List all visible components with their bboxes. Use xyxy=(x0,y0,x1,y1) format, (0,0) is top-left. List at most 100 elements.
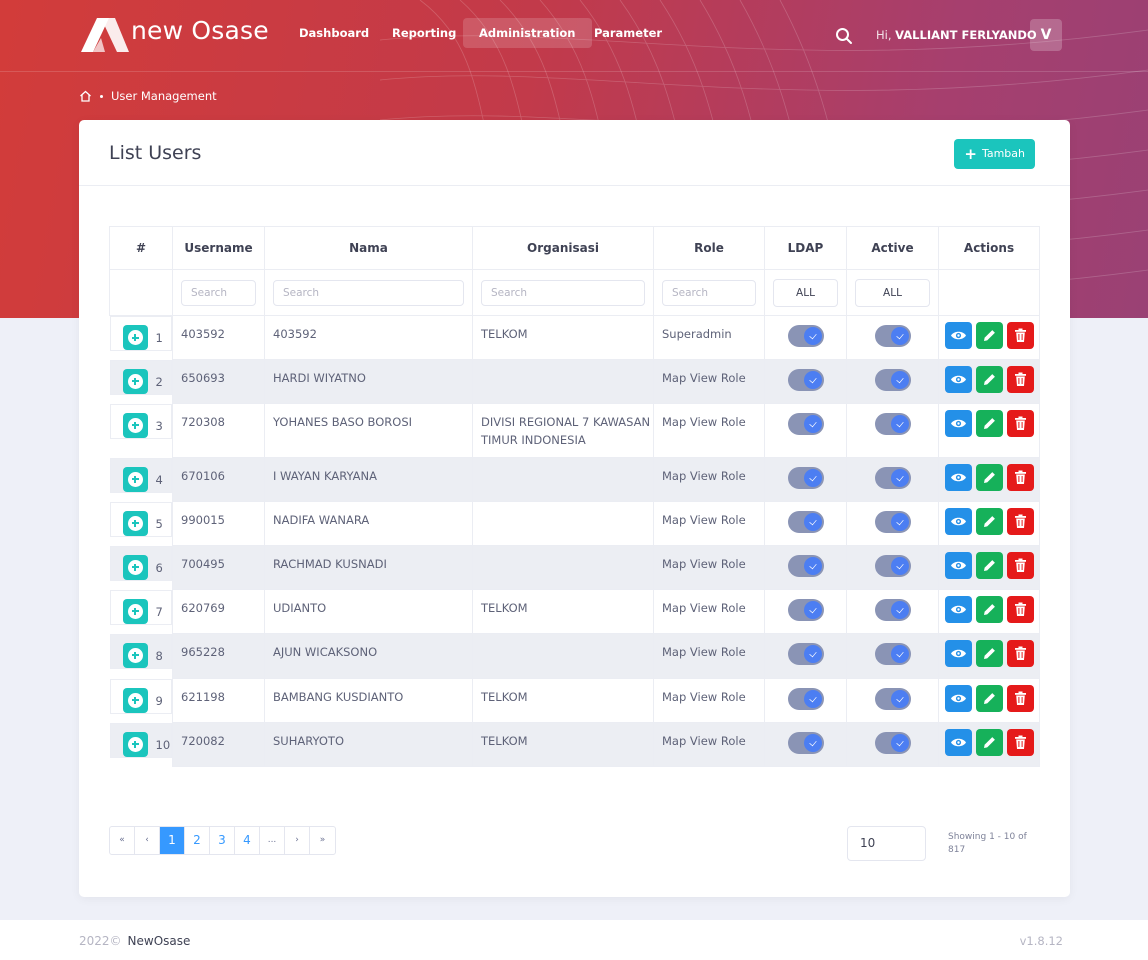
view-button[interactable] xyxy=(944,596,972,623)
edit-button[interactable] xyxy=(975,508,1003,535)
expand-row-button[interactable] xyxy=(122,731,148,757)
avatar[interactable]: V xyxy=(1030,19,1062,51)
ldap-toggle[interactable] xyxy=(787,467,824,489)
home-icon[interactable] xyxy=(79,90,92,102)
ldap-toggle[interactable] xyxy=(787,555,824,577)
view-button[interactable] xyxy=(944,685,972,712)
ldap-toggle[interactable] xyxy=(787,511,824,533)
delete-button[interactable] xyxy=(1006,508,1034,535)
delete-button[interactable] xyxy=(1006,685,1034,712)
footer-app-name[interactable]: NewOsase xyxy=(128,934,191,948)
user-greeting[interactable]: Hi, VALLIANT FERLYANDO xyxy=(876,28,1037,42)
expand-row-button[interactable] xyxy=(122,598,148,624)
page-button-3[interactable]: 3 xyxy=(210,827,235,854)
ldap-filter-select[interactable]: ALL xyxy=(773,278,838,307)
pencil-icon xyxy=(983,472,995,483)
delete-button[interactable] xyxy=(1006,464,1034,491)
active-toggle[interactable] xyxy=(874,467,911,489)
role-search-input[interactable]: Search xyxy=(662,279,756,306)
brand-logo[interactable] xyxy=(79,16,131,56)
expand-row-button[interactable] xyxy=(122,466,148,492)
view-button[interactable] xyxy=(944,322,972,349)
delete-button[interactable] xyxy=(1006,366,1034,393)
nav-reporting[interactable]: Reporting xyxy=(376,18,472,48)
check-icon xyxy=(890,645,909,663)
greeting-text: Hi, xyxy=(876,28,892,42)
edit-button[interactable] xyxy=(975,685,1003,712)
col-header-active[interactable]: Active xyxy=(846,226,939,270)
col-header-role[interactable]: Role xyxy=(653,226,765,270)
expand-row-button[interactable] xyxy=(122,510,148,536)
view-button[interactable] xyxy=(944,366,972,393)
active-toggle[interactable] xyxy=(874,511,911,533)
nama-search-input[interactable]: Search xyxy=(273,279,464,306)
first-page-button[interactable]: « xyxy=(110,827,135,854)
next-page-button[interactable]: › xyxy=(285,827,310,854)
view-button[interactable] xyxy=(944,729,972,756)
delete-button[interactable] xyxy=(1006,640,1034,667)
active-toggle[interactable] xyxy=(874,643,911,665)
ldap-toggle[interactable] xyxy=(787,732,824,754)
per-page-select[interactable]: 10 xyxy=(847,826,926,861)
page-button-1[interactable]: 1 xyxy=(160,827,185,854)
expand-row-button[interactable] xyxy=(122,368,148,394)
active-toggle[interactable] xyxy=(874,555,911,577)
edit-button[interactable] xyxy=(975,729,1003,756)
col-header-username[interactable]: Username xyxy=(172,226,265,270)
page-ellipsis[interactable]: ... xyxy=(260,827,285,854)
ldap-toggle[interactable] xyxy=(787,369,824,391)
active-toggle[interactable] xyxy=(874,599,911,621)
delete-button[interactable] xyxy=(1006,322,1034,349)
delete-button[interactable] xyxy=(1006,410,1034,437)
expand-row-button[interactable] xyxy=(122,687,148,713)
edit-button[interactable] xyxy=(975,464,1003,491)
expand-row-button[interactable] xyxy=(122,642,148,668)
edit-button[interactable] xyxy=(975,322,1003,349)
active-toggle[interactable] xyxy=(874,688,911,710)
col-header-organisasi[interactable]: Organisasi xyxy=(472,226,654,270)
expand-row-button[interactable] xyxy=(122,554,148,580)
delete-button[interactable] xyxy=(1006,552,1034,579)
col-header-nama[interactable]: Nama xyxy=(264,226,473,270)
username-search-input[interactable]: Search xyxy=(181,279,256,306)
col-header-number[interactable]: # xyxy=(109,226,173,270)
view-button[interactable] xyxy=(944,410,972,437)
delete-button[interactable] xyxy=(1006,729,1034,756)
nav-dashboard[interactable]: Dashboard xyxy=(283,18,385,48)
active-toggle[interactable] xyxy=(874,732,911,754)
ldap-toggle[interactable] xyxy=(787,599,824,621)
col-header-ldap[interactable]: LDAP xyxy=(764,226,847,270)
expand-row-button[interactable] xyxy=(122,412,148,438)
ldap-toggle[interactable] xyxy=(787,643,824,665)
expand-row-button[interactable] xyxy=(122,325,148,350)
brand-name[interactable]: new Osase xyxy=(131,16,269,45)
search-icon[interactable] xyxy=(835,27,853,45)
edit-button[interactable] xyxy=(975,596,1003,623)
view-button[interactable] xyxy=(944,640,972,667)
active-toggle[interactable] xyxy=(874,369,911,391)
add-user-button[interactable]: + Tambah xyxy=(954,139,1035,169)
active-toggle[interactable] xyxy=(874,325,911,347)
actions-cell xyxy=(938,501,1040,546)
users-table: # Username Nama Organisasi Role LDAP Act… xyxy=(109,226,1040,767)
nav-administration[interactable]: Administration xyxy=(463,18,592,48)
organisasi-search-input[interactable]: Search xyxy=(481,279,645,306)
page-button-4[interactable]: 4 xyxy=(235,827,260,854)
ldap-toggle[interactable] xyxy=(787,325,824,347)
page-button-2[interactable]: 2 xyxy=(185,827,210,854)
active-filter-select[interactable]: ALL xyxy=(855,278,930,307)
edit-button[interactable] xyxy=(975,410,1003,437)
ldap-toggle[interactable] xyxy=(787,413,824,435)
ldap-toggle[interactable] xyxy=(787,688,824,710)
edit-button[interactable] xyxy=(975,366,1003,393)
edit-button[interactable] xyxy=(975,552,1003,579)
view-button[interactable] xyxy=(944,508,972,535)
view-button[interactable] xyxy=(944,552,972,579)
delete-button[interactable] xyxy=(1006,596,1034,623)
prev-page-button[interactable]: ‹ xyxy=(135,827,160,854)
active-toggle[interactable] xyxy=(874,413,911,435)
nav-parameter[interactable]: Parameter xyxy=(578,18,678,48)
edit-button[interactable] xyxy=(975,640,1003,667)
last-page-button[interactable]: » xyxy=(310,827,335,854)
view-button[interactable] xyxy=(944,464,972,491)
